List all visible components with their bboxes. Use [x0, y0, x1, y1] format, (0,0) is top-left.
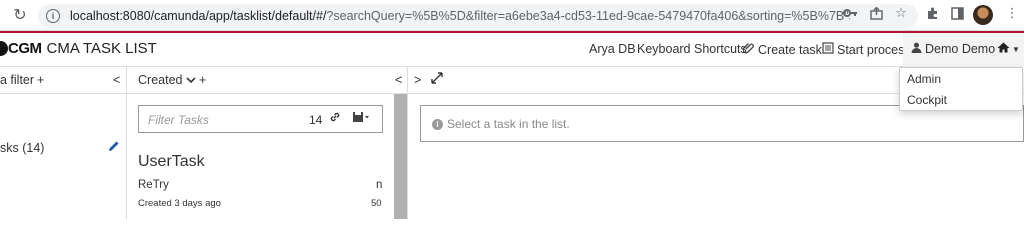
filter-item-all-tasks[interactable]: sks (14) [0, 141, 44, 155]
create-task-button[interactable]: Create task [742, 42, 822, 57]
task-title[interactable]: UserTask [138, 153, 205, 171]
no-task-message: i Select a task in the list. [432, 117, 570, 131]
sort-created-dropdown[interactable]: Created [138, 73, 196, 87]
collapse-list-button[interactable]: < [395, 73, 402, 87]
create-task-label: Create task [758, 42, 822, 57]
task-list-scrollbar[interactable] [394, 94, 407, 219]
extensions-icon[interactable] [924, 5, 940, 21]
user-name: Demo Demo [925, 42, 996, 56]
info-icon: i [432, 118, 443, 130]
url-query: ?searchQuery=%5B%5D&filter=a6ebe3a4-cd53… [326, 9, 850, 23]
add-filter-button[interactable]: + [37, 73, 44, 87]
app-title: CMA TASK LIST [46, 40, 157, 57]
filters-panel: a filter + < sks (14) [0, 67, 127, 219]
reload-icon[interactable]: ↻ [10, 5, 30, 25]
task-count: 14 [309, 113, 323, 127]
chevron-down-icon [186, 77, 196, 84]
profile-avatar[interactable] [973, 5, 993, 25]
paperclip-icon [742, 42, 755, 57]
menu-item-admin[interactable]: Admin [907, 72, 941, 86]
url-host: localhost:8080/camunda/app/tasklist/defa… [70, 9, 327, 23]
task-assignee: n [376, 179, 383, 191]
url-text[interactable]: localhost:8080/camunda/app/tasklist/defa… [70, 9, 850, 23]
engine-selector[interactable]: Arya DB [589, 42, 636, 56]
task-process-name: ReTry [138, 179, 169, 191]
user-icon [911, 42, 922, 56]
collapse-filters-button[interactable]: < [113, 73, 120, 87]
home-icon [997, 42, 1010, 56]
list-alt-icon [822, 42, 834, 57]
filters-toolbar: a filter + < [0, 67, 126, 94]
no-task-text: Select a task in the list. [447, 117, 570, 131]
expand-list-button[interactable]: > [414, 73, 421, 87]
bookmark-star-icon[interactable]: ☆ [893, 5, 909, 21]
logo-mark [0, 41, 8, 56]
filter-tasks-placeholder: Filter Tasks [148, 113, 209, 127]
user-menu-toggle[interactable]: Demo Demo [911, 42, 995, 56]
add-filter-label[interactable]: a filter [0, 73, 34, 87]
start-process-button[interactable]: Start process [822, 42, 911, 57]
more-menu-icon[interactable]: ⋮ [1004, 5, 1020, 21]
share-icon[interactable] [868, 5, 884, 21]
task-list-panel: Created + < Filter Tasks 14 UserTask ReT… [127, 67, 408, 219]
task-priority: 50 [371, 198, 382, 209]
edit-filter-icon[interactable] [108, 140, 120, 155]
task-list-toolbar: Created + < [127, 67, 407, 94]
fullscreen-icon[interactable] [431, 71, 443, 87]
task-created: Created 3 days ago [138, 198, 221, 209]
app-header: CGM CMA TASK LIST Arya DB Keyboard Short… [0, 33, 1024, 67]
key-icon[interactable] [842, 5, 858, 21]
address-bar[interactable]: i localhost:8080/camunda/app/tasklist/de… [38, 4, 918, 28]
link-icon[interactable] [329, 111, 341, 126]
logo-text: CGM [8, 40, 42, 57]
caret-down-icon: ▼ [1012, 44, 1020, 54]
side-panel-icon[interactable] [949, 5, 965, 21]
browser-toolbar: ↻ i localhost:8080/camunda/app/tasklist/… [0, 0, 1024, 31]
brand[interactable]: CGM CMA TASK LIST [0, 40, 157, 57]
save-icon[interactable] [352, 111, 370, 126]
site-info-icon[interactable]: i [46, 9, 60, 23]
add-sorting-button[interactable]: + [199, 73, 206, 87]
start-process-label: Start process [837, 42, 911, 57]
home-menu-toggle[interactable]: ▼ [997, 42, 1020, 56]
sort-label: Created [138, 73, 183, 87]
keyboard-shortcuts-link[interactable]: Keyboard Shortcuts [637, 42, 747, 56]
menu-item-cockpit[interactable]: Cockpit [907, 93, 947, 107]
filter-tasks-input[interactable]: Filter Tasks 14 [138, 105, 383, 133]
home-dropdown-menu: Admin Cockpit [899, 67, 1023, 111]
